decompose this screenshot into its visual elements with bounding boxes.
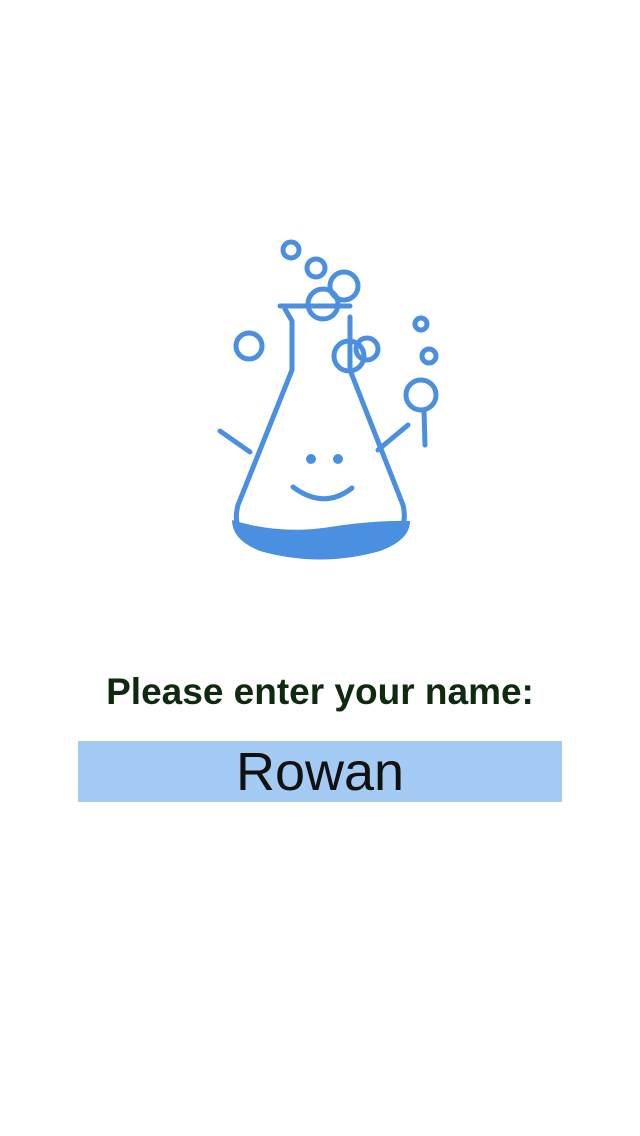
name-prompt-label: Please enter your name: [106, 671, 534, 712]
smiling-flask-icon [217, 239, 439, 560]
name-entry-screen: Please enter your name: [0, 0, 640, 1136]
name-input[interactable] [78, 741, 562, 802]
